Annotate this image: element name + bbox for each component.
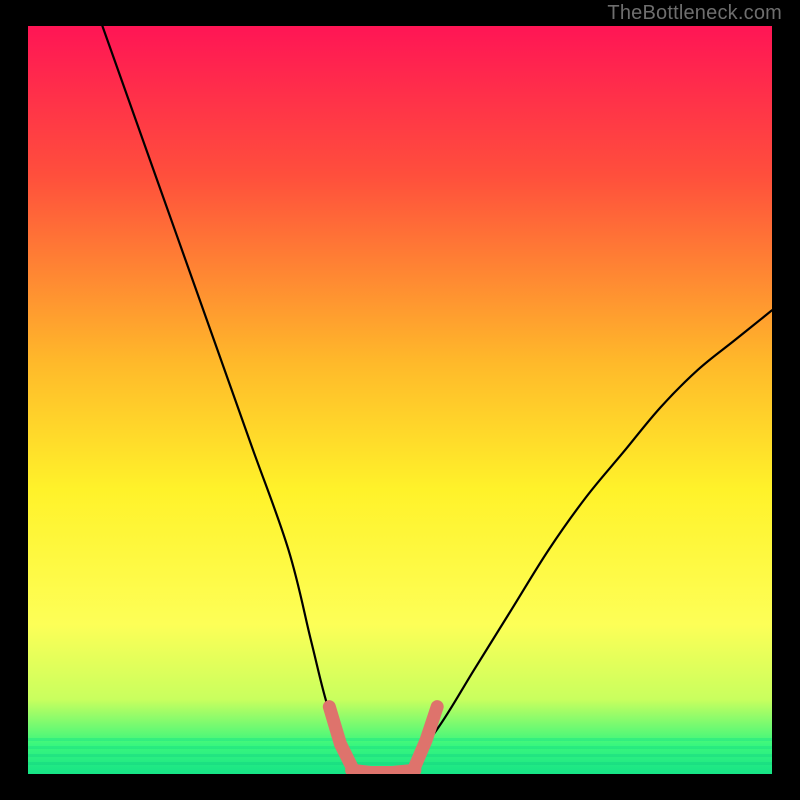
- chart-frame: TheBottleneck.com: [0, 0, 800, 800]
- watermark-text: TheBottleneck.com: [607, 2, 782, 25]
- gradient-background: [28, 26, 772, 774]
- bottleneck-plot: [28, 26, 772, 774]
- highlight-bottom: [352, 770, 415, 772]
